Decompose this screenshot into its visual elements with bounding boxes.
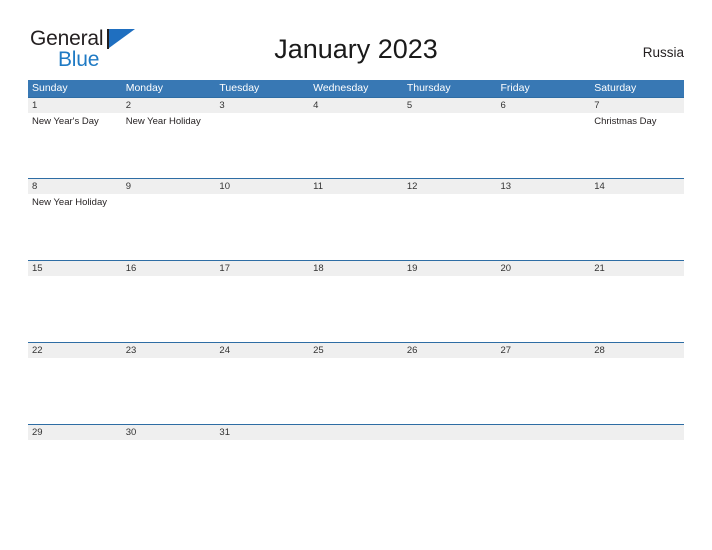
day-event[interactable] <box>403 276 497 342</box>
week-date-band: 15 16 17 18 19 20 21 <box>28 261 684 276</box>
calendar-grid: Sunday Monday Tuesday Wednesday Thursday… <box>28 80 684 480</box>
week-date-band: 22 23 24 25 26 27 28 <box>28 343 684 358</box>
day-event[interactable] <box>122 440 216 480</box>
day-number[interactable]: 9 <box>122 179 216 194</box>
day-number[interactable]: 19 <box>403 261 497 276</box>
day-number[interactable]: 24 <box>215 343 309 358</box>
day-header-saturday: Saturday <box>594 82 637 94</box>
day-number[interactable]: 18 <box>309 261 403 276</box>
week-date-band: 29 30 31 <box>28 425 684 440</box>
day-header-friday: Friday <box>500 82 530 94</box>
day-number <box>497 425 591 440</box>
day-event[interactable] <box>497 194 591 260</box>
day-number[interactable]: 31 <box>215 425 309 440</box>
day-header-thursday: Thursday <box>406 82 451 94</box>
day-number[interactable]: 5 <box>403 98 497 113</box>
day-number[interactable]: 12 <box>403 179 497 194</box>
day-event[interactable] <box>28 276 122 342</box>
day-event <box>590 440 684 480</box>
day-event[interactable] <box>309 194 403 260</box>
day-number <box>309 425 403 440</box>
calendar-week-row: 15 16 17 18 19 20 21 <box>28 260 684 342</box>
day-event[interactable]: Christmas Day <box>590 113 684 178</box>
day-number[interactable]: 17 <box>215 261 309 276</box>
day-event[interactable] <box>497 276 591 342</box>
day-event[interactable] <box>403 358 497 424</box>
week-event-band: New Year's Day New Year Holiday Christma… <box>28 113 684 178</box>
day-event[interactable] <box>122 194 216 260</box>
day-number[interactable]: 26 <box>403 343 497 358</box>
page-title: January 2023 <box>274 34 438 64</box>
day-event[interactable] <box>215 194 309 260</box>
day-header-monday: Monday <box>125 82 164 94</box>
calendar-day-header-row: Sunday Monday Tuesday Wednesday Thursday… <box>28 80 684 97</box>
day-event <box>403 440 497 480</box>
day-event[interactable]: New Year's Day <box>28 113 122 178</box>
calendar-week-row: 22 23 24 25 26 27 28 <box>28 342 684 424</box>
day-number[interactable]: 3 <box>215 98 309 113</box>
calendar-week-row: 1 2 3 4 5 6 7 New Year's Day New Year Ho… <box>28 97 684 178</box>
day-event[interactable] <box>215 276 309 342</box>
day-event[interactable] <box>215 440 309 480</box>
country-label: Russia <box>642 45 684 60</box>
day-number[interactable]: 4 <box>309 98 403 113</box>
day-event[interactable] <box>215 113 309 178</box>
day-number <box>590 425 684 440</box>
day-event[interactable] <box>309 276 403 342</box>
day-number[interactable]: 16 <box>122 261 216 276</box>
day-number[interactable]: 2 <box>122 98 216 113</box>
calendar-week-row: 29 30 31 <box>28 424 684 480</box>
day-number[interactable]: 7 <box>590 98 684 113</box>
day-number[interactable]: 13 <box>497 179 591 194</box>
day-event <box>497 440 591 480</box>
day-number[interactable]: 20 <box>497 261 591 276</box>
day-number[interactable]: 11 <box>309 179 403 194</box>
day-event <box>309 440 403 480</box>
day-event[interactable] <box>122 276 216 342</box>
day-header-sunday: Sunday <box>32 82 68 94</box>
day-number[interactable]: 21 <box>590 261 684 276</box>
day-number[interactable]: 30 <box>122 425 216 440</box>
week-event-band: New Year Holiday <box>28 194 684 260</box>
day-number[interactable]: 25 <box>309 343 403 358</box>
day-number[interactable]: 15 <box>28 261 122 276</box>
day-number[interactable]: 6 <box>497 98 591 113</box>
day-event[interactable] <box>28 440 122 480</box>
day-number[interactable]: 27 <box>497 343 591 358</box>
day-number[interactable]: 22 <box>28 343 122 358</box>
day-event[interactable]: New Year Holiday <box>122 113 216 178</box>
day-event[interactable] <box>590 358 684 424</box>
day-header-wednesday: Wednesday <box>313 82 369 94</box>
calendar-week-row: 8 9 10 11 12 13 14 New Year Holiday <box>28 178 684 260</box>
day-number[interactable]: 23 <box>122 343 216 358</box>
day-event[interactable] <box>497 113 591 178</box>
day-event[interactable] <box>403 113 497 178</box>
day-event[interactable] <box>122 358 216 424</box>
day-event[interactable] <box>28 358 122 424</box>
calendar-page: General Blue January 2023 Russia Sunday … <box>0 0 712 550</box>
day-event[interactable] <box>215 358 309 424</box>
week-date-band: 1 2 3 4 5 6 7 <box>28 98 684 113</box>
page-header: General Blue January 2023 Russia <box>0 0 712 80</box>
day-event[interactable] <box>590 276 684 342</box>
day-number[interactable]: 28 <box>590 343 684 358</box>
day-number[interactable]: 14 <box>590 179 684 194</box>
day-event[interactable] <box>497 358 591 424</box>
day-number <box>403 425 497 440</box>
day-number[interactable]: 8 <box>28 179 122 194</box>
week-date-band: 8 9 10 11 12 13 14 <box>28 179 684 194</box>
day-event[interactable] <box>309 358 403 424</box>
day-number[interactable]: 29 <box>28 425 122 440</box>
day-header-tuesday: Tuesday <box>219 82 260 94</box>
week-event-band <box>28 440 684 480</box>
day-number[interactable]: 1 <box>28 98 122 113</box>
day-event[interactable]: New Year Holiday <box>28 194 122 260</box>
day-number[interactable]: 10 <box>215 179 309 194</box>
week-event-band <box>28 358 684 424</box>
day-event[interactable] <box>309 113 403 178</box>
day-event[interactable] <box>403 194 497 260</box>
day-event[interactable] <box>590 194 684 260</box>
week-event-band <box>28 276 684 342</box>
